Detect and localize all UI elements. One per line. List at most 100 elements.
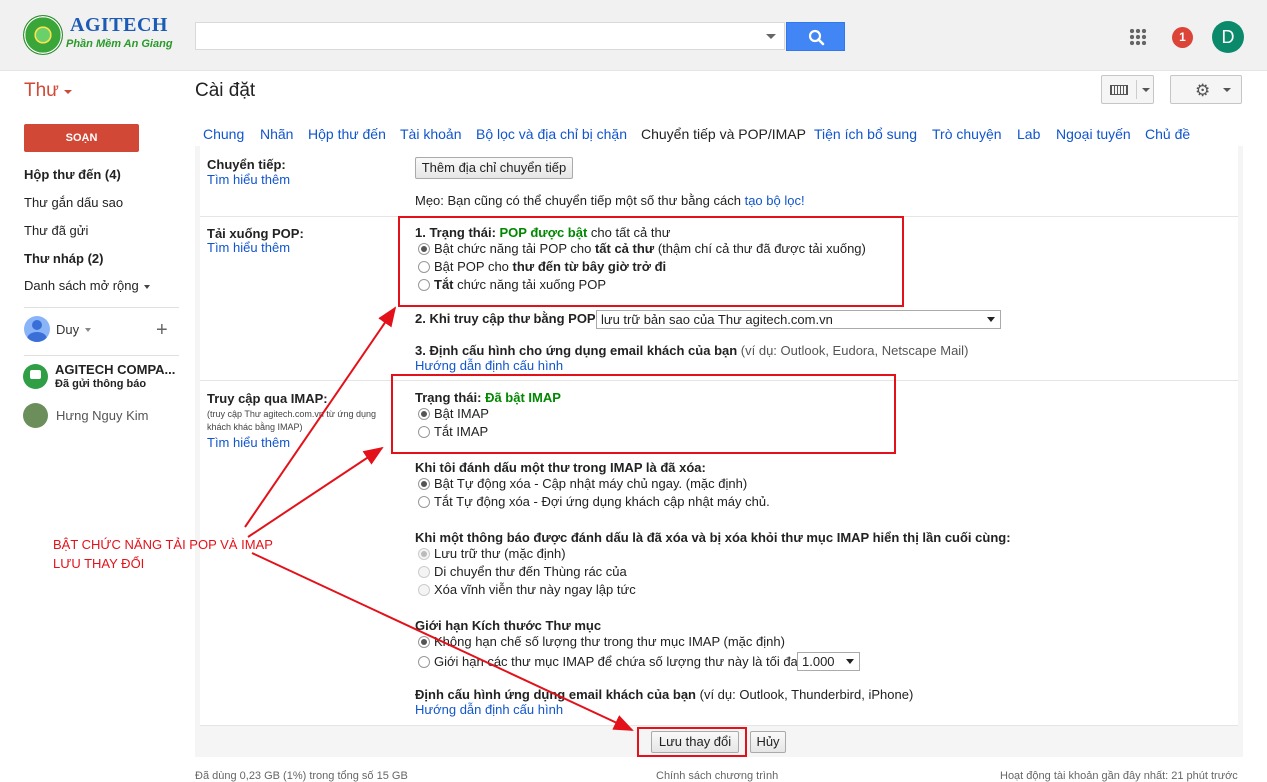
logo-title[interactable]: AGITECH — [70, 14, 168, 37]
folder-limit-select[interactable]: 1.000 — [797, 652, 860, 671]
hangouts-contact-name[interactable]: Hưng Nguy Kim — [56, 408, 149, 423]
search-input[interactable] — [195, 22, 785, 50]
tab-general[interactable]: Chung — [203, 124, 244, 146]
mail-menu-label[interactable]: Thư — [24, 80, 59, 102]
tab-inbox[interactable]: Hộp thư đến — [308, 124, 386, 146]
tab-labs[interactable]: Lab — [1017, 124, 1040, 146]
sidebar-item-drafts[interactable]: Thư nháp (2) — [24, 251, 103, 266]
hangouts-contact-status: Đã gửi thông báo — [55, 378, 147, 390]
pop-access-select-value: lưu trữ bản sao của Thư agitech.com.vn — [601, 312, 833, 327]
input-tools-button[interactable] — [1101, 75, 1154, 104]
chevron-down-icon[interactable] — [1142, 88, 1150, 92]
chevron-down-icon — [987, 317, 995, 322]
imap-delete-title: Khi tôi đánh dấu một thư trong IMAP là đ… — [415, 460, 706, 475]
program-policy-link[interactable]: Chính sách chương trình — [656, 770, 778, 782]
cancel-button[interactable]: Hủy — [750, 731, 786, 753]
imap-config-guide-link[interactable]: Hướng dẫn định cấu hình — [415, 702, 563, 717]
agitech-logo-icon[interactable] — [23, 15, 63, 55]
divider — [200, 725, 1238, 726]
folder-limit-label[interactable]: Giới hạn các thư mục IMAP để chứa số lượ… — [434, 654, 798, 669]
annotation-line-2: LƯU THAY ĐỔI — [53, 556, 145, 571]
auto-expunge-off-label[interactable]: Tắt Tự động xóa - Đợi ứng dụng khách cập… — [434, 494, 770, 509]
mail-menu-caret-icon[interactable] — [64, 90, 72, 94]
imap-client-label: Định cấu hình ứng dụng email khách của b… — [415, 687, 696, 702]
notification-badge[interactable]: 1 — [1172, 27, 1193, 48]
top-bar: AGITECH Phần Mềm An Giang 1 D — [0, 0, 1267, 71]
forwarding-tip: Mẹo: Bạn cũng có thể chuyển tiếp một số … — [415, 193, 805, 208]
sidebar-item-more[interactable]: Danh sách mở rộng — [24, 278, 151, 293]
tab-chat[interactable]: Trò chuyện — [932, 124, 1002, 146]
pop-access-select[interactable]: lưu trữ bản sao của Thư agitech.com.vn — [596, 310, 1001, 329]
sidebar-item-sent[interactable]: Thư đã gửi — [24, 223, 88, 238]
tab-labels[interactable]: Nhãn — [260, 124, 293, 146]
storage-usage: Đã dùng 0,23 GB (1%) trong tổng số 15 GB — [195, 770, 408, 782]
folder-unlimited-radio[interactable] — [418, 636, 430, 648]
expunge-delete-label[interactable]: Xóa vĩnh viễn thư này ngay lập tức — [434, 582, 636, 597]
compose-button[interactable]: SOẠN — [24, 124, 139, 152]
chevron-down-icon — [144, 284, 151, 289]
pop-highlight-box — [398, 216, 904, 307]
folder-limit-radio[interactable] — [418, 656, 430, 668]
folder-limit-select-value: 1.000 — [802, 654, 835, 669]
chevron-down-icon — [846, 659, 854, 664]
expunge-archive-radio[interactable] — [418, 548, 430, 560]
save-highlight-box — [637, 727, 747, 757]
pop-config: 3. Định cấu hình cho ứng dụng email khác… — [415, 343, 968, 358]
imap-client-config: Định cấu hình ứng dụng email khách của b… — [415, 687, 913, 702]
pop-config-guide-link[interactable]: Hướng dẫn định cấu hình — [415, 358, 563, 373]
chevron-down-icon — [1223, 88, 1231, 92]
hangouts-user-name[interactable]: Duy — [56, 322, 79, 337]
imap-expunge-title: Khi một thông báo được đánh dấu là đã xó… — [415, 530, 1011, 545]
auto-expunge-on-label[interactable]: Bật Tự động xóa - Cập nhật máy chủ ngay.… — [434, 476, 747, 491]
hangouts-contact-avatar[interactable] — [23, 364, 48, 389]
tab-filters[interactable]: Bộ lọc và địa chỉ bị chặn — [476, 124, 627, 146]
imap-learn-more-link[interactable]: Tìm hiểu thêm — [207, 435, 290, 450]
pop-label: Tải xuống POP: — [207, 226, 304, 241]
apps-grid-icon[interactable] — [1129, 28, 1147, 46]
forwarding-tip-text: Mẹo: Bạn cũng có thể chuyển tiếp một số … — [415, 193, 745, 208]
annotation-text: BẬT CHỨC NĂNG TẢI POP VÀ IMAP LƯU THAY Đ… — [53, 535, 273, 573]
last-account-activity: Hoạt động tài khoản gần đây nhất: 21 phú… — [1000, 770, 1238, 782]
folder-size-title: Giới hạn Kích thước Thư mục — [415, 618, 602, 633]
forwarding-label: Chuyển tiếp: — [207, 157, 286, 172]
expunge-delete-radio[interactable] — [418, 584, 430, 596]
pop-learn-more-link[interactable]: Tìm hiểu thêm — [207, 240, 290, 255]
create-filter-link[interactable]: tạo bộ lọc! — [745, 193, 805, 208]
hangouts-contact-avatar[interactable] — [23, 403, 48, 428]
auto-expunge-off-radio[interactable] — [418, 496, 430, 508]
imap-label: Truy cập qua IMAP: — [207, 391, 328, 406]
pop-config-hint: (ví dụ: Outlook, Eudora, Netscape Mail) — [737, 343, 969, 358]
forwarding-learn-more-link[interactable]: Tìm hiểu thêm — [207, 172, 290, 187]
tab-offline[interactable]: Ngoại tuyến — [1056, 124, 1131, 146]
settings-tabs: Chung Nhãn Hộp thư đến Tài khoản Bộ lọc … — [195, 124, 1243, 146]
divider — [1136, 80, 1137, 99]
folder-unlimited-label[interactable]: Không hạn chế số lượng thư trong thư mục… — [434, 634, 785, 649]
tab-accounts[interactable]: Tài khoản — [400, 124, 461, 146]
pop-config-label: 3. Định cấu hình cho ứng dụng email khác… — [415, 343, 738, 358]
search-icon — [808, 29, 825, 46]
imap-highlight-box — [391, 374, 896, 454]
tab-forwarding-pop-imap[interactable]: Chuyển tiếp và POP/IMAP — [635, 124, 812, 146]
hangouts-contact-name[interactable]: AGITECH COMPA... — [55, 362, 180, 377]
search-options-caret-icon[interactable] — [766, 34, 776, 39]
user-avatar[interactable] — [24, 316, 50, 342]
add-forwarding-address-button[interactable]: Thêm địa chỉ chuyển tiếp — [415, 157, 573, 179]
expunge-trash-radio[interactable] — [418, 566, 430, 578]
imap-note: (truy cập Thư agitech.com.vn từ ứng dụng… — [207, 409, 376, 432]
annotation-line-1: BẬT CHỨC NĂNG TẢI POP VÀ IMAP — [53, 537, 273, 552]
plus-icon[interactable]: + — [156, 320, 168, 340]
sidebar-item-starred[interactable]: Thư gắn dấu sao — [24, 195, 123, 210]
auto-expunge-on-radio[interactable] — [418, 478, 430, 490]
account-avatar[interactable]: D — [1212, 21, 1244, 53]
sidebar-item-inbox[interactable]: Hộp thư đến (4) — [24, 167, 121, 182]
gear-icon: ⚙ — [1195, 81, 1211, 100]
page-title: Cài đặt — [195, 80, 256, 101]
tab-themes[interactable]: Chủ đề — [1145, 124, 1190, 146]
tab-addons[interactable]: Tiện ích bổ sung — [814, 124, 917, 146]
search-button[interactable] — [786, 22, 845, 51]
chevron-down-icon[interactable] — [85, 328, 91, 332]
logo-subtitle: Phần Mềm An Giang — [66, 38, 173, 50]
expunge-archive-label[interactable]: Lưu trữ thư (mặc định) — [434, 546, 566, 561]
expunge-trash-label[interactable]: Di chuyển thư đến Thùng rác của — [434, 564, 627, 579]
settings-button[interactable]: ⚙ — [1170, 75, 1242, 104]
